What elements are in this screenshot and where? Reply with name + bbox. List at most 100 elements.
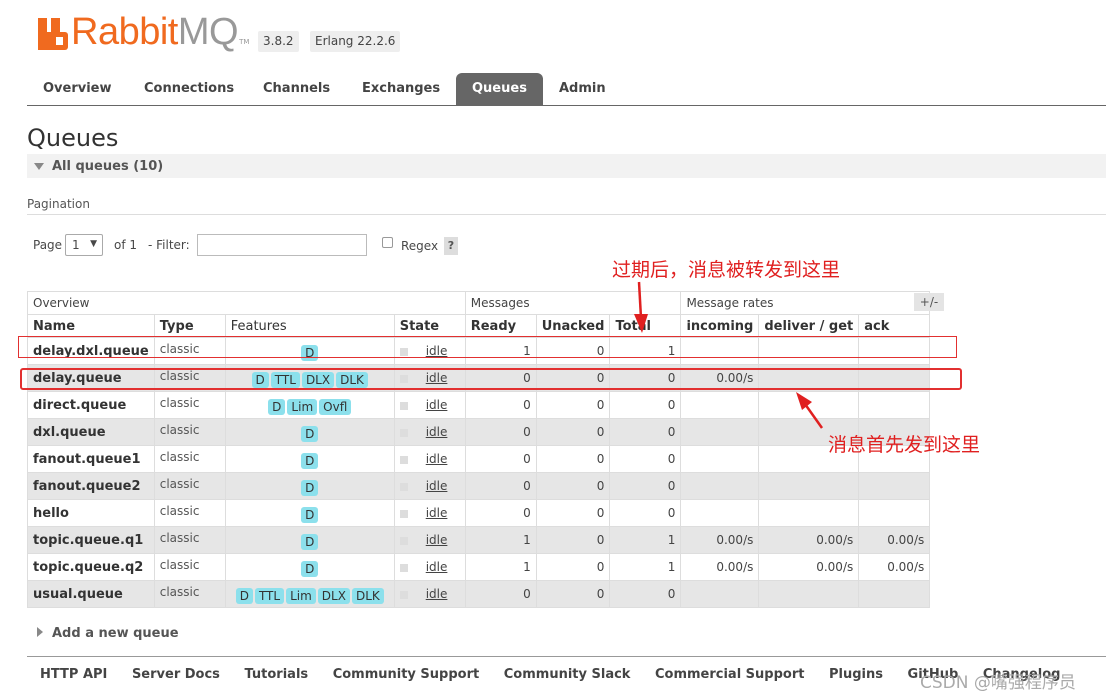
footer-link-server-docs[interactable]: Server Docs — [132, 667, 220, 682]
table-row: dxl.queue classic Didle 0 0 0 — [27, 418, 931, 446]
incoming-rate — [680, 445, 760, 473]
feature-badge: D — [301, 507, 319, 523]
page-title: Queues — [27, 124, 119, 152]
footer-link-community-slack[interactable]: Community Slack — [504, 667, 631, 682]
table-row: topic.queue.q2 classic Didle 1 0 1 0.00/s 0.00/… — [27, 553, 931, 581]
column-header-deliver-get[interactable]: deliver / get — [758, 314, 860, 338]
tab-admin[interactable]: Admin — [543, 73, 622, 105]
queue-state: idle — [393, 553, 466, 581]
annotation-box-delay-queue — [20, 368, 962, 390]
total-count: 0 — [609, 418, 682, 446]
feature-badge: Lim — [287, 399, 318, 415]
ready-count: 0 — [464, 418, 537, 446]
queue-name-link[interactable]: dxl.queue — [27, 418, 155, 446]
group-header-messages: Messages — [464, 291, 682, 315]
queue-name-link[interactable]: fanout.queue2 — [27, 472, 155, 500]
column-header-ack[interactable]: ack — [858, 314, 931, 338]
all-queues-section-toggle[interactable]: All queues (10) — [27, 154, 1106, 178]
queue-name-link[interactable]: direct.queue — [27, 391, 155, 419]
ack-rate — [858, 499, 931, 527]
page-label: Page — [33, 238, 63, 252]
incoming-rate — [680, 580, 760, 608]
tab-connections[interactable]: Connections — [128, 73, 250, 105]
regex-checkbox[interactable] — [382, 237, 393, 248]
total-count: 0 — [609, 391, 682, 419]
state-text: idle — [425, 506, 448, 520]
state-indicator-icon — [399, 455, 408, 464]
help-icon[interactable]: ? — [444, 237, 458, 255]
queue-name-link[interactable]: fanout.queue1 — [27, 445, 155, 473]
state-indicator-icon — [399, 563, 408, 572]
dropdown-arrow-icon: ▼ — [90, 239, 97, 249]
footer-link-community-support[interactable]: Community Support — [333, 667, 480, 682]
column-header-type[interactable]: Type — [153, 314, 226, 338]
queue-features: D Lim Ovfl — [224, 391, 395, 419]
column-header-total[interactable]: Total — [609, 314, 682, 338]
group-header-message-rates: Message rates — [680, 291, 931, 315]
queue-features: D — [224, 553, 395, 581]
deliver-get-rate — [758, 580, 860, 608]
column-header-incoming[interactable]: incoming — [680, 314, 760, 338]
state-text: idle — [425, 479, 448, 493]
queue-name-link[interactable]: hello — [27, 499, 155, 527]
column-header-state[interactable]: State — [393, 314, 466, 338]
deliver-get-rate: 0.00/s — [758, 526, 860, 554]
total-count: 0 — [609, 472, 682, 500]
feature-badge: Lim — [286, 588, 316, 604]
unacked-count: 0 — [535, 553, 611, 581]
feature-badge: D — [301, 480, 319, 496]
footer-divider — [27, 656, 1106, 657]
ack-rate: 0.00/s — [858, 553, 931, 581]
ack-rate — [858, 580, 931, 608]
column-header-unacked[interactable]: Unacked — [535, 314, 611, 338]
erlang-version-badge: Erlang 22.2.6 — [310, 31, 401, 52]
main-nav-tabs: Overview Connections Channels Exchanges … — [27, 73, 1106, 106]
table-row: hello classic Didle 0 0 0 — [27, 499, 931, 527]
tab-exchanges[interactable]: Exchanges — [346, 73, 456, 105]
total-count: 0 — [609, 499, 682, 527]
queue-type: classic — [153, 580, 226, 608]
state-indicator-icon — [399, 536, 408, 545]
tab-queues[interactable]: Queues — [456, 73, 543, 105]
ack-rate: 0.00/s — [858, 526, 931, 554]
state-text: idle — [425, 587, 448, 601]
filter-input[interactable] — [197, 234, 367, 256]
queue-name-link[interactable]: topic.queue.q2 — [27, 553, 155, 581]
column-toggle-button[interactable]: +/- — [914, 293, 944, 311]
column-header-ready[interactable]: Ready — [464, 314, 537, 338]
ready-count: 0 — [464, 391, 537, 419]
version-badge: 3.8.2 — [258, 31, 299, 52]
column-header-features[interactable]: Features — [224, 314, 395, 338]
feature-badge: TTL — [254, 588, 285, 604]
table-row: topic.queue.q1 classic Didle 1 0 1 0.00/s 0.00/… — [27, 526, 931, 554]
queue-state: idle — [393, 445, 466, 473]
ready-count: 0 — [464, 472, 537, 500]
page-select[interactable]: 1 ▼ — [65, 234, 103, 256]
queue-name-link[interactable]: topic.queue.q1 — [27, 526, 155, 554]
queue-type: classic — [153, 391, 226, 419]
state-text: idle — [425, 398, 448, 412]
column-header-name[interactable]: Name — [27, 314, 155, 338]
footer-link-plugins[interactable]: Plugins — [829, 667, 883, 682]
queue-name-link[interactable]: usual.queue — [27, 580, 155, 608]
tab-channels[interactable]: Channels — [247, 73, 346, 105]
footer-link-commercial-support[interactable]: Commercial Support — [655, 667, 805, 682]
tab-overview[interactable]: Overview — [27, 73, 128, 105]
incoming-rate — [680, 472, 760, 500]
annotation-text-first: 消息首先发到这里 — [828, 434, 981, 456]
rabbitmq-logo-icon — [38, 18, 68, 50]
queue-features: D — [224, 418, 395, 446]
watermark: CSDN @嘴强程序员 — [920, 673, 1076, 693]
group-header-overview: Overview — [27, 291, 466, 315]
deliver-get-rate — [758, 472, 860, 500]
footer-link-tutorials[interactable]: Tutorials — [244, 667, 308, 682]
deliver-get-rate — [758, 391, 860, 419]
queue-type: classic — [153, 499, 226, 527]
annotation-text-expired: 过期后，消息被转发到这里 — [612, 259, 841, 281]
page-count-label: of 1 — [114, 238, 138, 252]
state-indicator-icon — [399, 428, 408, 437]
queue-features: D — [224, 472, 395, 500]
add-new-queue-toggle[interactable]: Add a new queue — [37, 626, 179, 641]
footer-link-http-api[interactable]: HTTP API — [40, 667, 107, 682]
filter-label: - Filter: — [148, 238, 190, 252]
